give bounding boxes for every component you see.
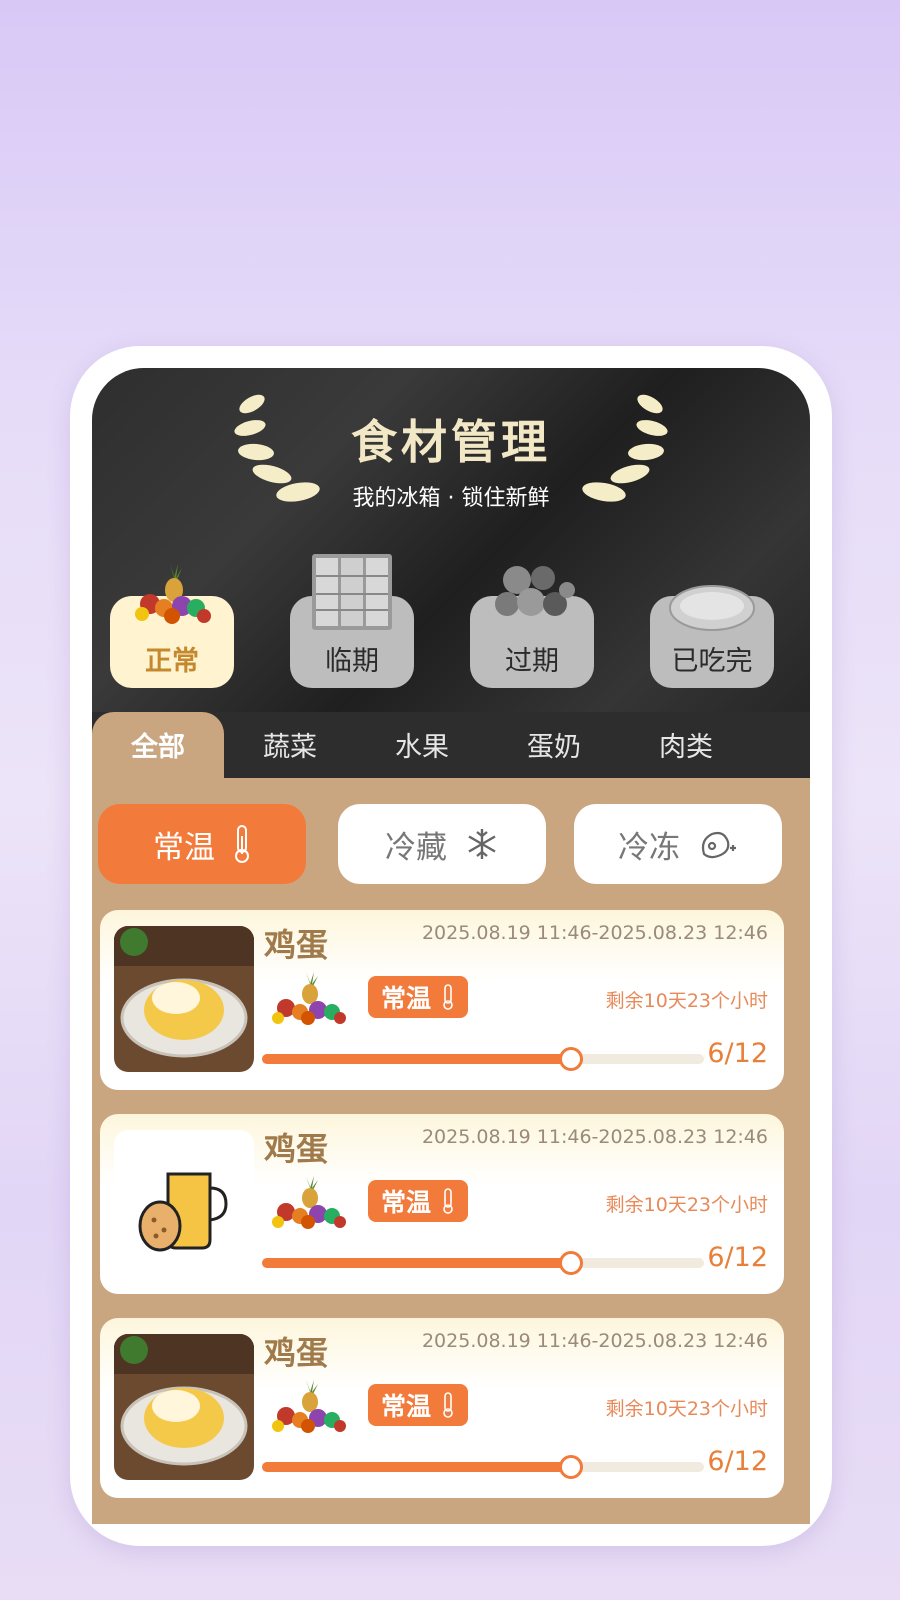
storage-badge-label: 常温 [380, 984, 431, 1013]
thermometer-icon [233, 824, 251, 864]
status-tab-label: 正常 [145, 646, 199, 677]
app-screen: 食材管理 我的冰箱 · 锁住新鲜 正常 临期 过期 已吃完 全部 蔬菜 水果 蛋… [92, 368, 810, 1524]
progress-knob[interactable] [559, 1251, 584, 1275]
filter-label: 冷藏 [385, 829, 447, 866]
food-card[interactable]: 鸡蛋 2025.08.19 11:46-2025.08.23 12:46 常温 … [100, 1114, 784, 1294]
date-range: 2025.08.19 11:46-2025.08.23 12:46 [421, 1330, 768, 1352]
storage-badge-label: 常温 [380, 1392, 431, 1421]
tab-fruits[interactable]: 水果 [356, 712, 488, 778]
date-range: 2025.08.19 11:46-2025.08.23 12:46 [421, 1126, 768, 1148]
filter-label: 冷冻 [618, 829, 680, 866]
tab-eggs-dairy[interactable]: 蛋奶 [488, 712, 620, 778]
fruit-basket-icon [272, 972, 346, 1025]
food-card[interactable]: 鸡蛋 2025.08.19 11:46-2025.08.23 12:46 常温 … [100, 1318, 784, 1498]
progress-count: 6/12 [707, 1242, 768, 1273]
fruit-basket-icon [135, 564, 211, 624]
vegetables-icon [495, 566, 575, 616]
thermometer-icon [443, 1188, 453, 1214]
status-tab-label: 临期 [325, 646, 379, 677]
progress-fill [262, 1258, 572, 1268]
frozen-meat-icon [698, 826, 738, 862]
filter-refrigerated[interactable]: 冷藏 [338, 804, 546, 884]
status-tab-near-expiry[interactable]: 临期 [290, 554, 414, 688]
storage-filter-row: 常温 冷藏 冷冻 [98, 804, 788, 884]
thermometer-icon [443, 984, 453, 1010]
food-name: 鸡蛋 [264, 1334, 329, 1372]
remaining-time: 剩余10天23个小时 [605, 1194, 768, 1216]
snowflake-icon [465, 827, 499, 861]
milk-egg-icon [114, 1130, 254, 1276]
food-card[interactable]: 鸡蛋 2025.08.19 11:46-2025.08.23 12:46 常温 … [100, 910, 784, 1090]
progress-fill [262, 1462, 572, 1472]
header-panel: 食材管理 我的冰箱 · 锁住新鲜 正常 临期 过期 已吃完 [92, 368, 810, 718]
status-tabs: 正常 临期 过期 已吃完 [110, 554, 800, 696]
remaining-time: 剩余10天23个小时 [605, 1398, 768, 1420]
storage-badge: 常温 [368, 1384, 468, 1426]
tab-vegetables[interactable]: 蔬菜 [224, 712, 356, 778]
filter-room-temp[interactable]: 常温 [98, 804, 306, 884]
progress-fill [262, 1054, 572, 1064]
freshness-progress-bar [262, 1455, 704, 1479]
fruit-basket-icon [272, 1176, 346, 1229]
filter-label: 常温 [153, 829, 215, 866]
food-photo [114, 926, 254, 1072]
freshness-progress-bar [262, 1251, 704, 1275]
progress-count: 6/12 [707, 1038, 768, 1069]
category-tabs: 全部 蔬菜 水果 蛋奶 肉类 [92, 712, 810, 778]
progress-knob[interactable] [559, 1455, 584, 1479]
food-name: 鸡蛋 [264, 926, 329, 964]
status-tab-label: 过期 [505, 646, 559, 677]
freshness-progress-bar [262, 1047, 704, 1071]
status-tab-finished[interactable]: 已吃完 [650, 585, 774, 688]
date-range: 2025.08.19 11:46-2025.08.23 12:46 [421, 922, 768, 944]
fridge-icon [312, 554, 392, 630]
phone-frame: 食材管理 我的冰箱 · 锁住新鲜 正常 临期 过期 已吃完 全部 蔬菜 水果 蛋… [70, 346, 832, 1546]
remaining-time: 剩余10天23个小时 [605, 990, 768, 1012]
status-tab-normal[interactable]: 正常 [110, 564, 234, 688]
status-tab-expired[interactable]: 过期 [470, 566, 594, 688]
tab-all[interactable]: 全部 [92, 712, 224, 778]
fruit-basket-icon [272, 1380, 346, 1433]
page-title: 食材管理 [351, 415, 551, 469]
tab-meat[interactable]: 肉类 [620, 712, 752, 778]
empty-plate-icon [669, 585, 755, 631]
page-subtitle: 我的冰箱 · 锁住新鲜 [352, 486, 550, 511]
content-area: 常温 冷藏 冷冻 鸡蛋 2025.08.19 11:46-2025.08.23 … [92, 778, 810, 1524]
progress-count: 6/12 [707, 1446, 768, 1477]
storage-badge: 常温 [368, 1180, 468, 1222]
filter-frozen[interactable]: 冷冻 [574, 804, 782, 884]
food-name: 鸡蛋 [264, 1130, 329, 1168]
status-tab-label: 已吃完 [671, 646, 753, 677]
progress-knob[interactable] [559, 1047, 584, 1071]
storage-badge-label: 常温 [380, 1188, 431, 1217]
storage-badge: 常温 [368, 976, 468, 1018]
food-photo [114, 1334, 254, 1480]
thermometer-icon [443, 1392, 453, 1418]
